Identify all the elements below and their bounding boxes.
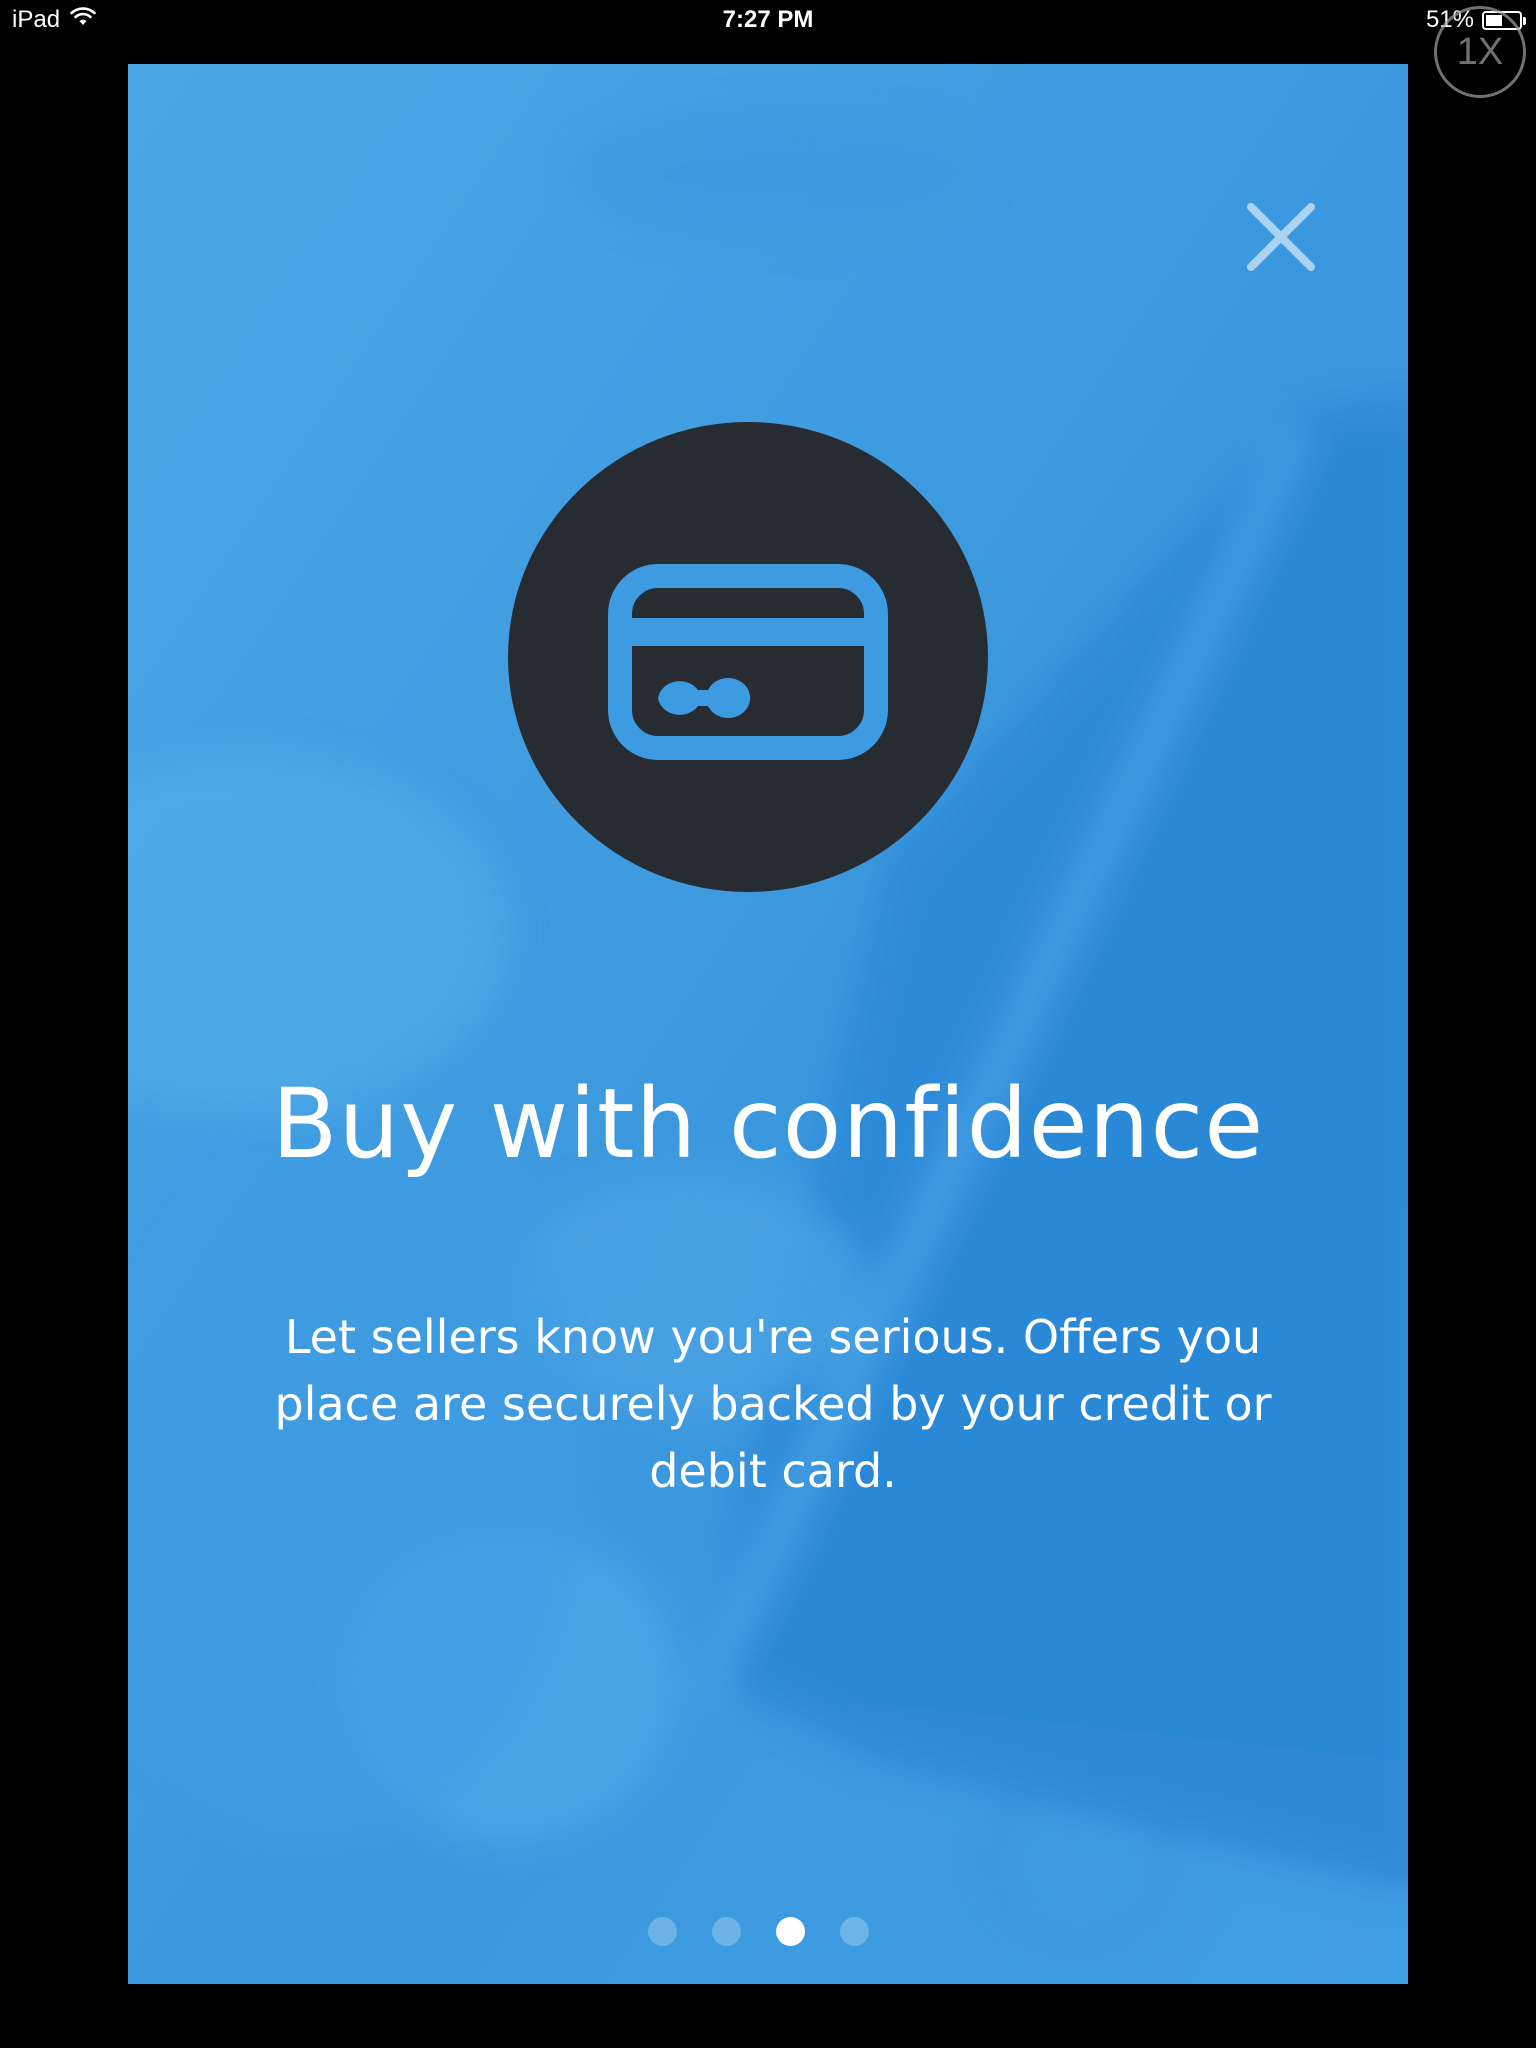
status-time: 7:27 PM <box>722 6 814 33</box>
page-dot-3[interactable] <box>775 1917 805 1946</box>
credit-card-icon <box>608 564 888 760</box>
onboarding-card: Buy with confidence Let sellers know you… <box>128 64 1408 1984</box>
zoom-badge[interactable]: 1X <box>1434 6 1526 98</box>
background-photo <box>128 64 1408 1984</box>
page-dot-2[interactable] <box>711 1917 741 1946</box>
close-icon <box>1247 203 1315 271</box>
page-dot-1[interactable] <box>647 1917 677 1946</box>
screen: iPad 7:27 PM 51% 1X Buy with confidence … <box>0 0 1536 2048</box>
close-button[interactable] <box>1233 189 1329 285</box>
status-bar: iPad 7:27 PM 51% <box>0 0 1536 40</box>
page-indicator <box>128 1917 1408 1946</box>
page-description: Let sellers know you're serious. Offers … <box>274 1310 1272 1498</box>
page-title: Buy with confidence <box>271 1068 1265 1180</box>
page-dot-4[interactable] <box>839 1917 869 1946</box>
feature-icon-circle <box>508 422 988 892</box>
